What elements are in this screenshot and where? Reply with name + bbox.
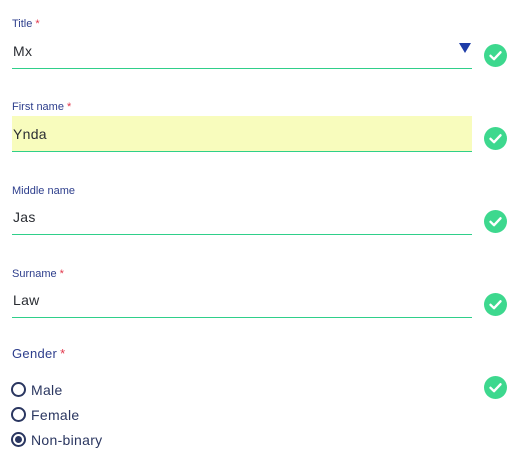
required-mark: * — [66, 101, 72, 113]
gender-option-label: Male — [31, 382, 63, 398]
middle-name-field: Middle name Jas — [12, 185, 472, 237]
required-mark: * — [60, 346, 66, 361]
title-select-value: Mx — [13, 43, 33, 59]
radio-empty-icon[interactable] — [11, 407, 26, 422]
check-circle-icon — [484, 210, 507, 233]
middle-name-value: Jas — [13, 209, 36, 225]
surname-field: Surname * Law — [12, 268, 472, 320]
surname-label: Surname * — [12, 268, 64, 280]
radio-filled-icon[interactable] — [11, 432, 26, 447]
gender-label: Gender * — [12, 346, 66, 361]
surname-value: Law — [13, 292, 40, 308]
gender-option-label: Female — [31, 407, 80, 423]
gender-option-label: Non-binary — [31, 432, 103, 448]
first-name-label-text: First name — [12, 101, 64, 113]
first-name-input[interactable]: Ynda — [12, 116, 472, 152]
check-circle-icon — [484, 376, 507, 399]
gender-label-text: Gender — [12, 346, 58, 361]
caret-down-icon[interactable] — [459, 43, 471, 53]
check-circle-icon — [484, 293, 507, 316]
radio-selected-dot — [15, 436, 22, 443]
middle-name-label: Middle name — [12, 185, 75, 197]
first-name-field: First name * Ynda — [12, 101, 472, 153]
radio-empty-icon[interactable] — [11, 382, 26, 397]
check-circle-icon — [484, 44, 507, 67]
required-mark: * — [59, 268, 64, 280]
title-label: Title * — [12, 18, 40, 30]
middle-name-input[interactable]: Jas — [12, 199, 472, 235]
surname-label-text: Surname — [12, 268, 57, 280]
title-select[interactable]: Mx — [12, 33, 472, 69]
required-mark: * — [35, 18, 40, 30]
middle-name-label-text: Middle name — [12, 185, 75, 197]
first-name-label: First name * — [12, 101, 71, 113]
title-field: Title * Mx — [12, 18, 472, 70]
check-circle-icon — [484, 127, 507, 150]
first-name-value: Ynda — [13, 126, 47, 142]
title-label-text: Title — [12, 18, 33, 30]
surname-input[interactable]: Law — [12, 282, 472, 318]
